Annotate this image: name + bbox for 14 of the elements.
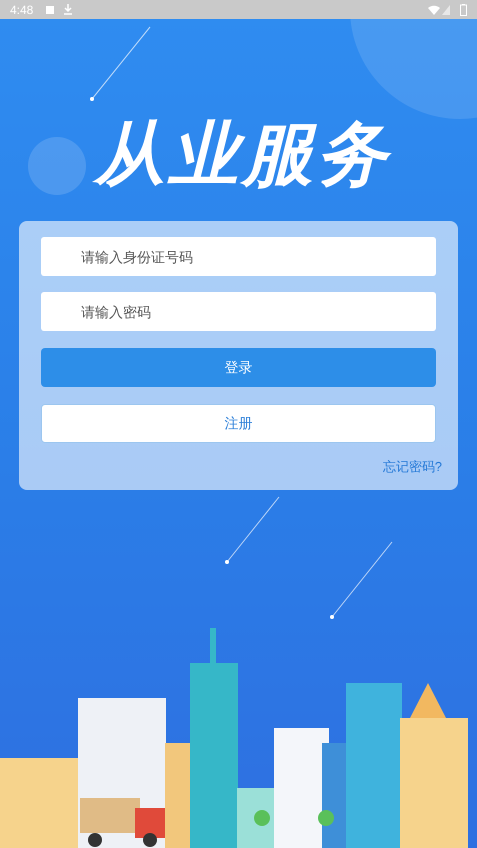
download-icon (63, 4, 74, 15)
password-field[interactable]: 请输入密码 (41, 292, 436, 331)
shooting-star-icon (330, 540, 394, 620)
battery-icon (460, 4, 467, 16)
id-number-field[interactable]: 请输入身份证号码 (41, 237, 436, 276)
login-button[interactable]: 登录 (41, 348, 436, 387)
shooting-star-icon (225, 495, 281, 565)
app-title: 从业服务 (94, 119, 390, 189)
wifi-icon (428, 4, 440, 14)
signal-icon (442, 4, 450, 14)
decorative-circle-icon (28, 137, 86, 195)
register-button[interactable]: 注册 (41, 404, 436, 443)
forgot-password-link[interactable]: 忘记密码? (382, 457, 442, 476)
shooting-star-icon (90, 25, 152, 101)
